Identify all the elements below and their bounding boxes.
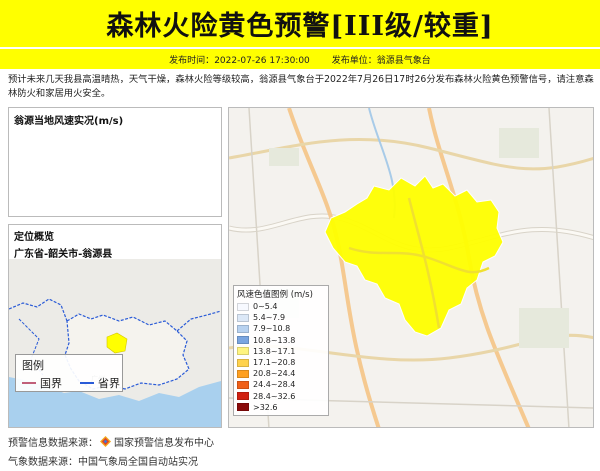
- wind-legend-item: 13.8~17.1: [237, 346, 325, 357]
- legend-province-border: 省界: [74, 375, 120, 391]
- wind-speed-legend: 风速色值图例 (m/s) 0~5.4 5.4~7.9 7.9~10.8 10.8…: [233, 285, 329, 416]
- weather-source-label: 气象数据来源：: [8, 457, 78, 468]
- wind-swatch: [237, 302, 249, 311]
- location-title: 定位概览: [14, 232, 54, 243]
- wind-swatch: [237, 324, 249, 333]
- wind-legend-label: 5.4~7.9: [253, 313, 286, 323]
- publish-unit-label: 发布单位：: [331, 55, 377, 66]
- wind-legend-label: 24.4~28.4: [253, 380, 296, 390]
- national-border-label: 国界: [40, 377, 62, 390]
- wind-legend-label: 0~5.4: [253, 302, 278, 312]
- wind-swatch: [237, 358, 249, 367]
- location-overview-panel: 定位概览 广东省-韶关市-翁源县 广州 图例 国界 省界: [8, 224, 222, 428]
- title-bar: 森林火险黄色预警[III级/较重]: [0, 0, 600, 47]
- meta-bar: 发布时间：2022-07-26 17:30:00 发布单位：翁源县气象台: [0, 49, 600, 69]
- wind-legend-label: >32.6: [253, 402, 278, 412]
- wind-legend-label: 7.9~10.8: [253, 324, 291, 334]
- wind-legend-item: 10.8~13.8: [237, 335, 325, 346]
- wind-swatch: [237, 380, 249, 389]
- wind-legend-item: 17.1~20.8: [237, 357, 325, 368]
- wind-legend-item: 20.8~24.4: [237, 368, 325, 379]
- wind-legend-item: 0~5.4: [237, 301, 325, 312]
- wind-legend-item: 24.4~28.4: [237, 379, 325, 390]
- wind-legend-item: 5.4~7.9: [237, 312, 325, 323]
- publish-unit-value: 翁源县气象台: [376, 55, 431, 66]
- wind-legend-label: 20.8~24.4: [253, 369, 296, 379]
- overview-map[interactable]: 广州: [9, 259, 221, 427]
- national-border-line-icon: [22, 382, 36, 384]
- wind-swatch: [237, 369, 249, 378]
- wind-swatch: [237, 347, 249, 356]
- wind-legend-title: 风速色值图例 (m/s): [237, 290, 313, 300]
- warning-center-logo-icon: [100, 436, 111, 447]
- overview-legend-title: 图例: [22, 359, 44, 372]
- county-map-panel[interactable]: 风速色值图例 (m/s) 0~5.4 5.4~7.9 7.9~10.8 10.8…: [228, 107, 594, 428]
- publish-time-label: 发布时间：: [169, 55, 215, 66]
- warning-source-value[interactable]: 国家预警信息发布中心: [114, 434, 214, 449]
- warning-source-label: 预警信息数据来源：: [8, 438, 98, 449]
- publish-time: 发布时间：2022-07-26 17:30:00: [169, 53, 310, 66]
- page-title: 森林火险黄色预警[III级/较重]: [106, 11, 494, 42]
- wind-legend-label: 13.8~17.1: [253, 346, 296, 356]
- warning-description: 预计未来几天我县高温晴热，天气干燥，森林火险等级较高，翁源县气象台于2022年7…: [8, 74, 594, 99]
- wind-swatch: [237, 336, 249, 345]
- weather-source: 气象数据来源： 中国气象局全国自动站实况: [8, 453, 198, 468]
- wind-speed-panel: 翁源当地风速实况(m/s): [8, 107, 222, 217]
- publish-unit: 发布单位：翁源县气象台: [332, 53, 431, 66]
- overview-legend: 图例 国界 省界: [15, 354, 123, 392]
- wind-legend-label: 10.8~13.8: [253, 335, 296, 345]
- wind-legend-item: >32.6: [237, 402, 325, 413]
- province-border-label: 省界: [98, 377, 120, 390]
- province-border-line-icon: [80, 382, 94, 384]
- wind-swatch: [237, 392, 249, 401]
- wind-legend-label: 28.4~32.6: [253, 391, 296, 401]
- wind-panel-title: 翁源当地风速实况(m/s): [14, 116, 124, 127]
- wind-legend-item: 7.9~10.8: [237, 323, 325, 334]
- legend-national-border: 国界: [16, 375, 62, 391]
- weather-source-value: 中国气象局全国自动站实况: [78, 457, 198, 468]
- publish-time-value: 2022-07-26 17:30:00: [214, 55, 310, 66]
- warning-source: 预警信息数据来源： 国家预警信息发布中心: [8, 434, 214, 449]
- wind-legend-label: 17.1~20.8: [253, 358, 296, 368]
- wind-legend-item: 28.4~32.6: [237, 391, 325, 402]
- wind-swatch: [237, 313, 249, 322]
- wind-swatch: [237, 403, 249, 412]
